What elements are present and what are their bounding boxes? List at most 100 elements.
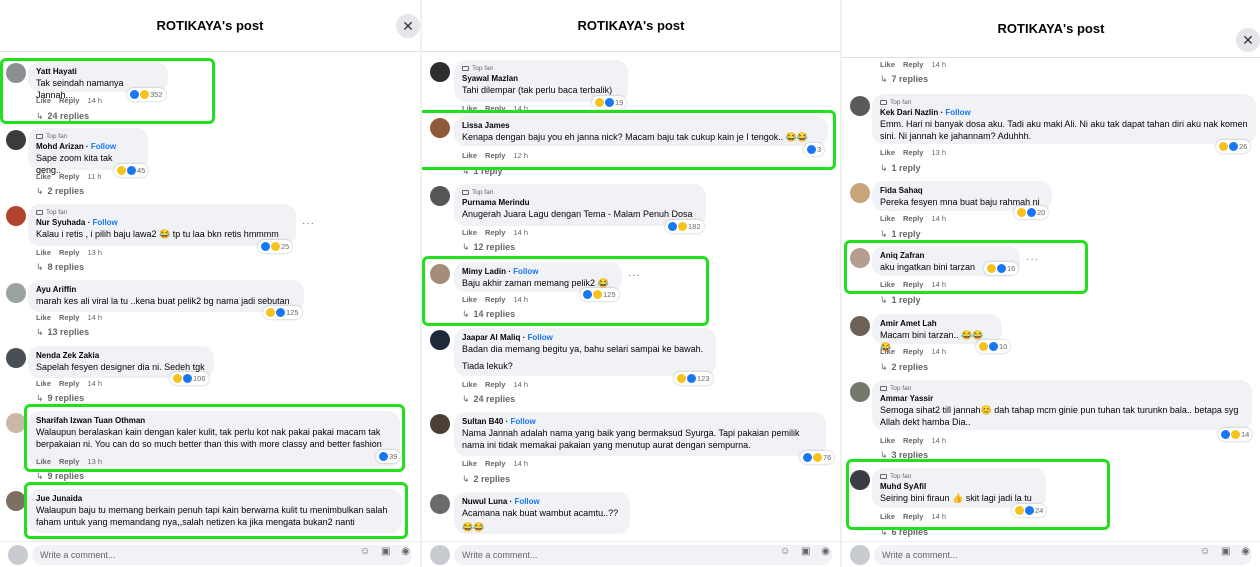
reply-button[interactable]: Reply bbox=[485, 228, 505, 237]
reply-button[interactable]: Reply bbox=[59, 172, 79, 181]
commenter-name[interactable]: Syawal Mazlan bbox=[462, 74, 518, 83]
reaction-count[interactable]: 106 bbox=[170, 372, 209, 385]
timestamp[interactable]: 14 h bbox=[931, 347, 946, 356]
reaction-count[interactable]: 20 bbox=[1014, 206, 1049, 219]
composer-icons[interactable]: ☺ ▣ ◉ bbox=[780, 546, 834, 557]
view-replies[interactable]: ↳ 8 replies bbox=[36, 262, 84, 273]
avatar[interactable] bbox=[6, 283, 26, 303]
commenter-name[interactable]: Fida Sahaq bbox=[880, 186, 923, 195]
avatar[interactable] bbox=[430, 62, 450, 82]
reaction-count[interactable]: 39 bbox=[376, 450, 401, 463]
reaction-count[interactable]: 19 bbox=[592, 96, 627, 109]
commenter-name[interactable]: Nur Syuhada bbox=[36, 218, 85, 227]
commenter-name[interactable]: Mohd Arizan bbox=[36, 142, 84, 151]
timestamp[interactable]: 14 h bbox=[513, 295, 528, 304]
like-button[interactable]: Like bbox=[880, 148, 895, 157]
comment-input[interactable]: Write a comment... bbox=[32, 545, 412, 565]
timestamp[interactable]: 14 h bbox=[931, 60, 946, 69]
commenter-name[interactable]: Sharifah Izwan Tuan Othman bbox=[36, 416, 145, 425]
like-button[interactable]: Like bbox=[462, 380, 477, 389]
reply-button[interactable]: Reply bbox=[903, 148, 923, 157]
timestamp[interactable]: 14 h bbox=[87, 96, 102, 105]
view-replies[interactable]: ↳ 24 replies bbox=[36, 111, 89, 122]
view-replies[interactable]: ↳ 1 reply bbox=[880, 295, 921, 306]
avatar[interactable] bbox=[850, 382, 870, 402]
close-icon[interactable]: ✕ bbox=[1236, 28, 1260, 52]
view-replies[interactable]: ↳ 2 replies bbox=[880, 362, 928, 373]
more-options-icon[interactable]: ··· bbox=[302, 218, 315, 229]
reaction-count[interactable]: 14 bbox=[1218, 428, 1253, 441]
reply-button[interactable]: Reply bbox=[59, 96, 79, 105]
avatar[interactable] bbox=[6, 130, 26, 150]
view-replies[interactable]: ↳ 1 reply bbox=[880, 163, 921, 174]
reaction-count[interactable]: 16 bbox=[984, 262, 1019, 275]
timestamp[interactable]: 13 h bbox=[931, 148, 946, 157]
follow-button[interactable]: Follow bbox=[945, 108, 970, 117]
commenter-name[interactable]: Muhd SyAfil bbox=[880, 482, 926, 491]
reaction-count[interactable]: 125 bbox=[580, 288, 619, 301]
commenter-name[interactable]: Yatt Hayati bbox=[36, 67, 77, 76]
reaction-count[interactable]: 24 bbox=[1012, 504, 1047, 517]
like-button[interactable]: Like bbox=[880, 214, 895, 223]
view-replies[interactable]: ↳ 9 replies bbox=[36, 471, 84, 482]
avatar[interactable] bbox=[850, 96, 870, 116]
like-button[interactable]: Like bbox=[462, 295, 477, 304]
avatar[interactable] bbox=[6, 206, 26, 226]
timestamp[interactable]: 14 h bbox=[513, 104, 528, 113]
like-button[interactable]: Like bbox=[462, 104, 477, 113]
commenter-name[interactable]: Kek Dari Nazlin bbox=[880, 108, 938, 117]
view-replies[interactable]: ↳ 7 replies bbox=[880, 74, 928, 85]
view-replies[interactable]: ↳ 3 replies bbox=[880, 450, 928, 461]
reply-button[interactable]: Reply bbox=[485, 380, 505, 389]
timestamp[interactable]: 14 h bbox=[931, 512, 946, 521]
reply-button[interactable]: Reply bbox=[59, 379, 79, 388]
commenter-name[interactable]: Aniq Zafran bbox=[880, 251, 924, 260]
view-replies[interactable]: ↳ 2 replies bbox=[462, 474, 510, 485]
like-button[interactable]: Like bbox=[36, 379, 51, 388]
reply-button[interactable]: Reply bbox=[485, 459, 505, 468]
avatar[interactable] bbox=[430, 494, 450, 514]
avatar[interactable] bbox=[6, 413, 26, 433]
reply-button[interactable]: Reply bbox=[485, 104, 505, 113]
reply-button[interactable]: Reply bbox=[903, 214, 923, 223]
reply-button[interactable]: Reply bbox=[903, 280, 923, 289]
reaction-count[interactable]: 123 bbox=[674, 372, 713, 385]
more-options-icon[interactable]: ··· bbox=[1026, 254, 1039, 265]
reply-button[interactable]: Reply bbox=[903, 347, 923, 356]
reply-button[interactable]: Reply bbox=[903, 512, 923, 521]
timestamp[interactable]: 14 h bbox=[931, 280, 946, 289]
avatar[interactable] bbox=[430, 118, 450, 138]
reaction-count[interactable]: 125 bbox=[263, 306, 302, 319]
follow-button[interactable]: Follow bbox=[513, 267, 538, 276]
comment-input[interactable]: Write a comment... bbox=[454, 545, 832, 565]
view-replies[interactable]: ↳ 13 replies bbox=[36, 327, 89, 338]
timestamp[interactable]: 14 h bbox=[931, 214, 946, 223]
timestamp[interactable]: 12 h bbox=[513, 151, 528, 160]
reaction-count[interactable]: 182 bbox=[665, 220, 704, 233]
like-button[interactable]: Like bbox=[880, 512, 895, 521]
follow-button[interactable]: Follow bbox=[528, 333, 553, 342]
commenter-name[interactable]: Sultan B40 bbox=[462, 417, 503, 426]
commenter-name[interactable]: Ayu Ariffin bbox=[36, 285, 76, 294]
commenter-name[interactable]: Jaapar Al Maliq bbox=[462, 333, 520, 342]
avatar[interactable] bbox=[850, 183, 870, 203]
reaction-count[interactable]: 26 bbox=[1216, 140, 1251, 153]
avatar[interactable] bbox=[6, 63, 26, 83]
reply-button[interactable]: Reply bbox=[485, 151, 505, 160]
avatar[interactable] bbox=[850, 470, 870, 490]
composer-icons[interactable]: ☺ ▣ ◉ bbox=[1200, 546, 1254, 557]
reaction-count[interactable]: 45 bbox=[114, 164, 149, 177]
avatar[interactable] bbox=[430, 330, 450, 350]
like-button[interactable]: Like bbox=[880, 347, 895, 356]
timestamp[interactable]: 11 h bbox=[87, 172, 101, 181]
like-button[interactable]: Like bbox=[462, 459, 477, 468]
reaction-count[interactable]: 352 bbox=[127, 88, 166, 101]
view-replies[interactable]: ↳ 14 replies bbox=[462, 309, 515, 320]
commenter-name[interactable]: Lissa James bbox=[462, 121, 510, 130]
timestamp[interactable]: 14 h bbox=[931, 436, 946, 445]
timestamp[interactable]: 14 h bbox=[513, 380, 528, 389]
commenter-name[interactable]: Nuwul Luna bbox=[462, 497, 507, 506]
follow-button[interactable]: Follow bbox=[510, 417, 535, 426]
view-replies[interactable]: ↳ 12 replies bbox=[462, 242, 515, 253]
more-options-icon[interactable]: ··· bbox=[628, 270, 641, 281]
